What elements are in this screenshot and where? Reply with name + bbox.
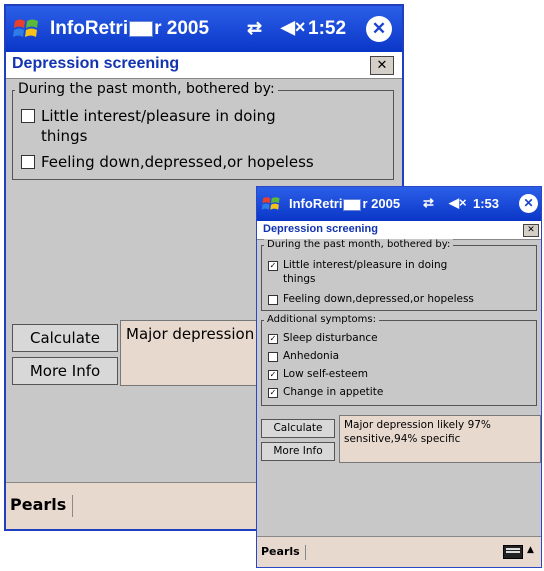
- calculate-button[interactable]: Calculate: [12, 324, 118, 352]
- checkbox-box[interactable]: [268, 352, 278, 362]
- calculate-button[interactable]: Calculate: [261, 419, 335, 438]
- title-bar: InfoRetri r 2005 ⇄ ◀× 1:53 ✕: [257, 187, 541, 221]
- group-legend: During the past month, bothered by:: [15, 81, 278, 97]
- input-panel-icon[interactable]: [343, 198, 362, 211]
- checkbox-label: Feeling down,depressed,or hopeless: [41, 153, 314, 171]
- windows-start-icon[interactable]: [261, 194, 281, 214]
- form-title: Depression screening: [12, 55, 180, 72]
- more-info-button[interactable]: More Info: [261, 442, 335, 461]
- more-info-button[interactable]: More Info: [12, 357, 118, 385]
- symptoms-group: During the past month, bothered by: Litt…: [12, 81, 394, 180]
- close-button[interactable]: ✕: [366, 16, 392, 42]
- checkbox-sleep-disturbance[interactable]: ✓ Sleep disturbance: [268, 332, 528, 346]
- front-window: InfoRetri r 2005 ⇄ ◀× 1:53 ✕ Depression s…: [256, 186, 542, 568]
- checkbox-box[interactable]: ✓: [268, 334, 278, 344]
- checkbox-label: Feeling down,depressed,or hopeless: [283, 293, 474, 305]
- checkbox-depressed[interactable]: Feeling down,depressed,or hopeless: [21, 153, 381, 173]
- checkbox-box[interactable]: [268, 295, 278, 305]
- checkbox-label: Sleep disturbance: [283, 332, 378, 344]
- checkbox-depressed[interactable]: Feeling down,depressed,or hopeless: [268, 293, 528, 307]
- close-button[interactable]: ✕: [519, 194, 538, 213]
- additional-symptoms-group: Additional symptoms: ✓ Sleep disturbance…: [261, 314, 537, 406]
- keyboard-icon[interactable]: [503, 545, 523, 559]
- checkbox-box[interactable]: [21, 109, 35, 123]
- checkbox-anhedonia[interactable]: Anhedonia: [268, 350, 528, 364]
- pearls-menu[interactable]: Pearls: [261, 545, 306, 560]
- checkbox-interest[interactable]: ✓ Little interest/pleasure in doing thin…: [268, 259, 528, 287]
- form-title: Depression screening: [263, 223, 378, 235]
- group-legend: During the past month, bothered by:: [264, 239, 454, 250]
- checkbox-label-cont: things: [41, 127, 88, 145]
- checkbox-low-self-esteem[interactable]: ✓ Low self-esteem: [268, 368, 528, 382]
- sip-arrow-icon[interactable]: ▲: [527, 545, 534, 555]
- windows-start-icon[interactable]: [12, 15, 40, 43]
- checkbox-change-in-appetite[interactable]: ✓ Change in appetite: [268, 386, 528, 400]
- form-caption: Depression screening ✕: [6, 52, 402, 79]
- checkbox-box[interactable]: ✓: [268, 388, 278, 398]
- app-title: InfoRetri r 2005: [289, 196, 401, 211]
- bottom-menu-bar: Pearls ▲: [257, 536, 541, 567]
- title-bar: InfoRetri r 2005 ⇄ ◀× 1:52 ✕: [6, 6, 402, 52]
- checkbox-interest[interactable]: Little interest/pleasure in doing things: [21, 107, 381, 147]
- connectivity-icon[interactable]: ⇄: [423, 195, 434, 211]
- input-panel-icon[interactable]: [129, 20, 154, 37]
- app-title: InfoRetri r 2005: [50, 18, 210, 39]
- checkbox-label: Little interest/pleasure in doing: [283, 259, 448, 271]
- checkbox-label-cont: things: [283, 273, 316, 285]
- checkbox-label: Low self-esteem: [283, 368, 368, 380]
- form-close-button[interactable]: ✕: [370, 56, 394, 75]
- volume-mute-icon[interactable]: ◀×: [449, 195, 467, 211]
- checkbox-box[interactable]: ✓: [268, 370, 278, 380]
- checkbox-box[interactable]: ✓: [268, 261, 278, 271]
- result-box: Major depression likely 97% sensitive,94…: [339, 415, 541, 463]
- connectivity-icon[interactable]: ⇄: [247, 18, 262, 39]
- form-caption: Depression screening ✕: [257, 221, 541, 240]
- checkbox-box[interactable]: [21, 155, 35, 169]
- checkbox-label: Change in appetite: [283, 386, 384, 398]
- form-close-button[interactable]: ✕: [523, 224, 539, 237]
- checkbox-label: Anhedonia: [283, 350, 340, 362]
- pearls-menu[interactable]: Pearls: [10, 495, 74, 517]
- checkbox-label: Little interest/pleasure in doing: [41, 107, 276, 125]
- symptoms-group: During the past month, bothered by: ✓ Li…: [261, 239, 537, 311]
- group-legend: Additional symptoms:: [264, 314, 379, 325]
- clock[interactable]: 1:52: [308, 18, 346, 40]
- clock[interactable]: 1:53: [473, 196, 499, 211]
- volume-mute-icon[interactable]: ◀×: [281, 17, 305, 38]
